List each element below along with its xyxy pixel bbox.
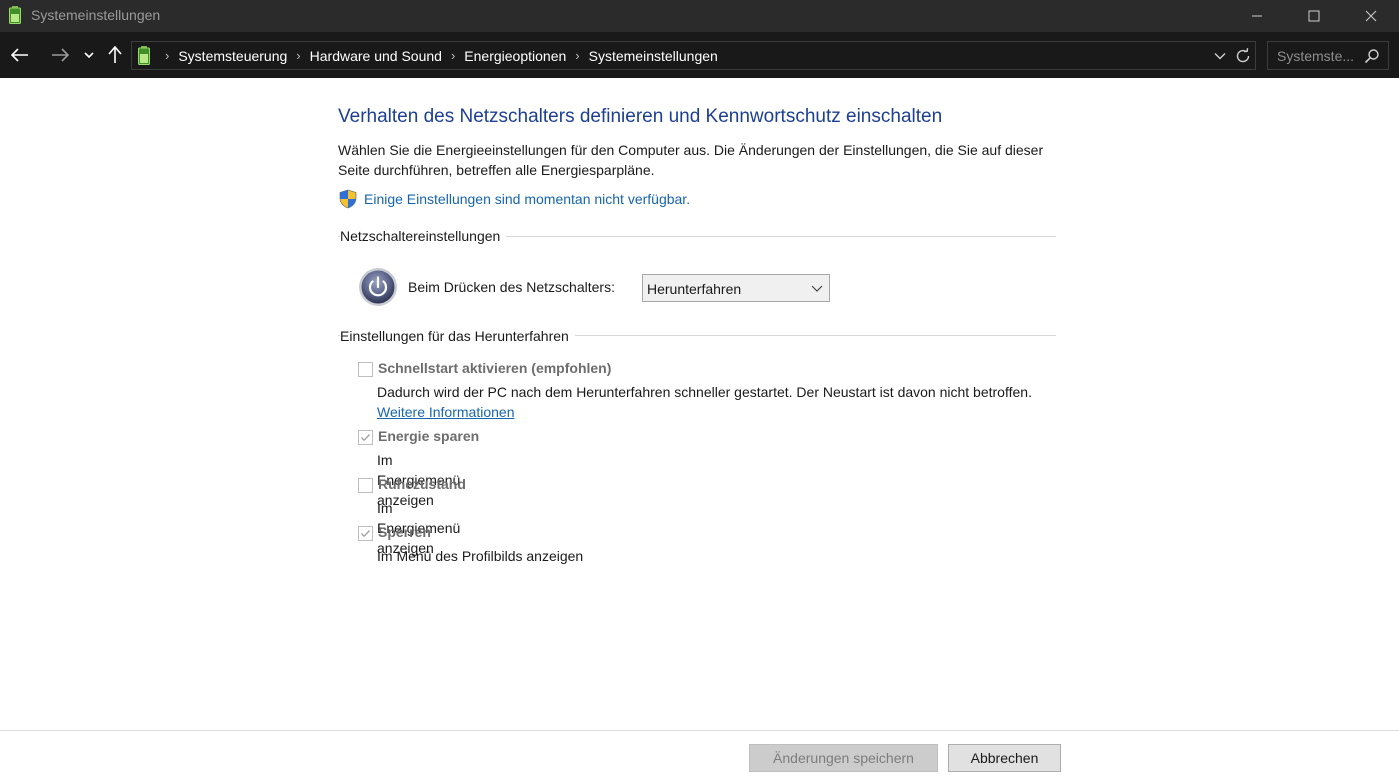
option-title: Energie sparen [378,428,480,444]
option-title: Schnellstart aktivieren (empfohlen) [378,360,612,376]
breadcrumb-systemsteuerung[interactable]: Systemsteuerung [178,48,287,64]
forward-button[interactable] [48,43,72,67]
chevron-right-icon: › [575,48,580,63]
option-title: Sperren [378,524,431,540]
search-icon[interactable] [1364,48,1380,64]
chevron-down-icon [84,52,94,59]
sleep-checkbox[interactable] [358,430,373,445]
selected-action: Herunterfahren [647,281,742,297]
chevron-right-icon: › [450,48,456,63]
close-icon [1365,10,1377,22]
maximize-icon [1308,10,1320,22]
power-button-group-title: Netzschaltereinstellungen [340,228,507,244]
chevron-down-icon [811,285,823,292]
option-title: Ruhezustand [378,476,466,492]
cancel-button[interactable]: Abbrechen [948,744,1061,772]
battery-icon [9,6,21,24]
shield-icon [339,189,357,209]
power-button-label: Beim Drücken des Netzschalters: [408,279,615,295]
arrow-up-icon [108,46,122,63]
page-title: Verhalten des Netzschalters definieren u… [338,106,943,127]
save-changes-button[interactable]: Änderungen speichern [749,744,938,772]
chevron-right-icon: › [165,48,170,63]
unavailable-settings-row: Einige Einstellungen sind momentan nicht… [338,188,690,210]
search-input[interactable] [1269,43,1363,68]
navigation-bar: › Systemsteuerung › Hardware und Sound ›… [0,32,1399,78]
window-title: Systemeinstellungen [31,7,161,23]
footer-divider [0,730,1399,731]
maximize-button[interactable] [1285,0,1343,32]
close-button[interactable] [1342,0,1399,32]
shutdown-group-title: Einstellungen für das Herunterfahren [340,328,575,344]
power-button-row: Beim Drücken des Netzschalters: Herunter… [358,267,838,307]
chevron-down-icon [1214,53,1226,60]
minimize-icon [1252,15,1262,17]
refresh-icon [1236,48,1250,63]
arrow-right-icon [52,48,69,62]
breadcrumb-energieoptionen[interactable]: Energieoptionen [464,48,566,64]
checkmark-icon [361,530,370,538]
hibernate-checkbox[interactable] [358,478,373,493]
minimize-button[interactable] [1228,0,1286,32]
more-info-link[interactable]: Weitere Informationen [377,404,514,420]
search-box [1267,41,1389,70]
arrow-left-icon [11,48,28,62]
address-bar[interactable]: › Systemsteuerung › Hardware und Sound ›… [131,41,1256,70]
breadcrumb-hardware-und-sound[interactable]: Hardware und Sound [310,48,442,64]
option-description: Dadurch wird der PC nach dem Herunterfah… [377,382,1037,422]
battery-icon [138,46,150,65]
breadcrumb-systemeinstellungen[interactable]: Systemeinstellungen [589,48,718,64]
unavailable-settings-link[interactable]: Einige Einstellungen sind momentan nicht… [364,191,690,207]
chevron-right-icon: › [296,48,301,63]
fast-startup-checkbox[interactable] [358,362,373,377]
page-description: Wählen Sie die Energieeinstellungen für … [338,142,1044,178]
lock-checkbox[interactable] [358,526,373,541]
recent-locations-button[interactable] [80,43,98,67]
breadcrumb: › Systemsteuerung › Hardware und Sound ›… [160,42,718,69]
title-bar: Systemeinstellungen [0,0,1399,32]
up-button[interactable] [104,43,126,67]
option-description: Im Menü des Profilbilds anzeigen [377,548,584,564]
address-history-button[interactable] [1211,47,1229,65]
refresh-button[interactable] [1233,46,1253,66]
checkmark-icon [361,434,370,442]
back-button[interactable] [8,43,32,67]
power-icon [359,268,397,306]
power-button-action-select[interactable]: Herunterfahren [642,274,830,302]
fast-startup-description: Dadurch wird der PC nach dem Herunterfah… [377,384,1032,400]
